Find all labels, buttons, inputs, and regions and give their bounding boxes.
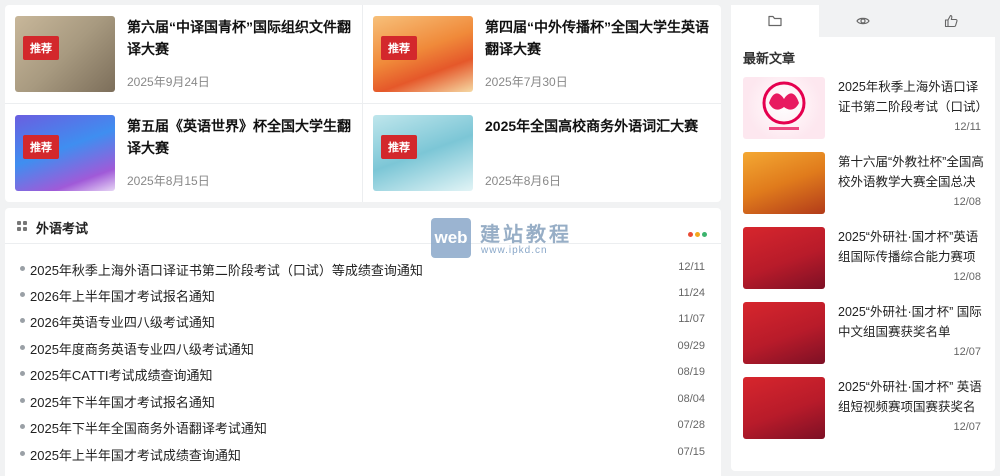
list-item-title[interactable]: 2025年度商务英语专业四八级考试通知 [30,339,254,358]
sidebar-article[interactable]: 第十六届“外教社杯”全国高校外语教学大赛全国总决赛 12/08 [743,152,987,214]
watermark-logo: web [431,218,471,258]
list-item-title[interactable]: 2025年秋季上海外语口译证书第二阶段考试（口试）等成绩查询通知 [30,260,423,279]
thumbs-up-icon [944,14,958,28]
featured-item[interactable]: 推荐 第五届《英语世界》杯全国大学生翻译大赛 2025年8月15日 [5,104,363,202]
list-item-date: 07/15 [677,446,705,458]
recommend-badge: 推荐 [23,36,59,60]
sidebar-panel: 最新文章 2025年秋季上海外语口译证书第二阶段考试（口试）等成绩查询通知 12… [731,5,995,471]
article-thumbnail[interactable] [743,377,825,439]
list-item[interactable]: 2025年CATTI考试成绩查询通知 08/19 [5,360,721,386]
article-date: 12/08 [953,196,981,208]
list-item[interactable]: 2026年上半年国才考试报名通知 11/24 [5,281,721,307]
tab-popular[interactable] [819,5,907,37]
recommend-badge: 推荐 [381,135,417,159]
article-date: 12/07 [953,346,981,358]
featured-item[interactable]: 推荐 2025年全国高校商务外语词汇大赛 2025年8月6日 [363,104,721,202]
exam-news-panel: 外语考试 2025年秋季上海外语口译证书第二阶段考试（口试）等成绩查询通知 12/… [5,208,721,476]
list-item-title[interactable]: 2025年CATTI考试成绩查询通知 [30,365,213,384]
article-title[interactable]: 第十六届“外教社杯”全国高校外语教学大赛全国总决赛 [838,152,984,192]
article-date: 12/07 [953,421,981,433]
folder-icon [768,15,782,27]
featured-title[interactable]: 第五届《英语世界》杯全国大学生翻译大赛 [127,115,353,159]
logo-icon [762,81,806,130]
bullet-icon [20,424,25,429]
list-item-date: 11/24 [678,287,705,299]
panel-header: 外语考试 [5,208,721,244]
featured-thumbnail[interactable]: 推荐 [373,115,473,191]
recommend-badge: 推荐 [381,36,417,60]
list-item[interactable]: 2025年下半年全国商务外语翻译考试通知 07/28 [5,413,721,439]
recommend-badge: 推荐 [23,135,59,159]
list-item-title[interactable]: 2026年英语专业四八级考试通知 [30,312,215,331]
list-item-title[interactable]: 2025年下半年全国商务外语翻译考试通知 [30,418,267,437]
list-item-title[interactable]: 2026年上半年国才考试报名通知 [30,286,215,305]
bullet-icon [20,398,25,403]
bullet-icon [20,345,25,350]
yellow-dot [695,232,700,237]
list-item[interactable]: 2025年秋季上海外语口译证书第二阶段考试（口试）等成绩查询通知 12/11 [5,255,721,281]
featured-thumbnail[interactable]: 推荐 [15,115,115,191]
article-thumbnail[interactable] [743,77,825,139]
watermark-text: 建站教程 [480,224,572,246]
article-title[interactable]: 2025“外研社·国才杯” 英语组短视频赛项国赛获奖名单 [838,377,984,417]
article-thumbnail[interactable] [743,227,825,289]
featured-grid: 推荐 第六届“中译国青杯”国际组织文件翻译大赛 2025年9月24日 推荐 第四… [5,5,721,202]
featured-title[interactable]: 第四届“中外传播杯”全国大学生英语翻译大赛 [485,16,711,60]
panel-title: 外语考试 [36,221,89,236]
list-item-title[interactable]: 2025年下半年国才考试报名通知 [30,392,215,411]
red-dot [688,232,693,237]
article-title[interactable]: 2025年秋季上海外语口译证书第二阶段考试（口试）等成绩查询通知 [838,77,984,117]
featured-date: 2025年7月30日 [485,75,568,89]
list-item[interactable]: 2025年下半年国才考试报名通知 08/04 [5,387,721,413]
grid-dots-icon [17,221,27,231]
article-title[interactable]: 2025“外研社·国才杯”英语组国际传播综合能力赛项国赛获奖名单 [838,227,984,267]
featured-thumbnail[interactable]: 推荐 [15,16,115,92]
bullet-icon [20,318,25,323]
sidebar-article[interactable]: 2025年秋季上海外语口译证书第二阶段考试（口试）等成绩查询通知 12/11 [743,77,987,139]
featured-date: 2025年9月24日 [127,75,210,89]
featured-thumbnail[interactable]: 推荐 [373,16,473,92]
green-dot [702,232,707,237]
list-item[interactable]: 2026年英语专业四八级考试通知 11/07 [5,307,721,333]
list-item-date: 09/29 [677,340,705,352]
watermark-url: www.ipkd.cn [481,245,548,256]
featured-title[interactable]: 第六届“中译国青杯”国际组织文件翻译大赛 [127,16,353,60]
list-item-date: 08/19 [677,366,705,378]
tab-liked[interactable] [907,5,995,37]
list-item-date: 08/04 [677,393,705,405]
sidebar-article[interactable]: 2025“外研社·国才杯” 国际中文组国赛获奖名单 12/07 [743,302,987,364]
article-date: 12/08 [953,271,981,283]
bullet-icon [20,451,25,456]
list-item[interactable]: 2025年上半年国才考试成绩查询通知 07/15 [5,440,721,466]
article-date: 12/11 [954,121,981,133]
eye-icon [856,17,870,25]
window-dots-icon [686,224,707,242]
featured-item[interactable]: 推荐 第六届“中译国青杯”国际组织文件翻译大赛 2025年9月24日 [5,5,363,103]
list-item-date: 07/28 [677,419,705,431]
tab-latest[interactable] [731,5,819,37]
article-thumbnail[interactable] [743,152,825,214]
featured-date: 2025年8月15日 [127,174,210,188]
bullet-icon [20,292,25,297]
sidebar-article[interactable]: 2025“外研社·国才杯” 英语组短视频赛项国赛获奖名单 12/07 [743,377,987,439]
list-item[interactable]: 2025年度商务英语专业四八级考试通知 09/29 [5,334,721,360]
list-item-date: 12/11 [678,261,705,273]
featured-title[interactable]: 2025年全国高校商务外语词汇大赛 [485,115,711,137]
sidebar-article[interactable]: 2025“外研社·国才杯”英语组国际传播综合能力赛项国赛获奖名单 12/08 [743,227,987,289]
article-title[interactable]: 2025“外研社·国才杯” 国际中文组国赛获奖名单 [838,302,984,342]
bullet-icon [20,266,25,271]
article-thumbnail[interactable] [743,302,825,364]
sidebar-tabs [731,5,995,37]
featured-item[interactable]: 推荐 第四届“中外传播杯”全国大学生英语翻译大赛 2025年7月30日 [363,5,721,103]
bullet-icon [20,371,25,376]
featured-date: 2025年8月6日 [485,174,562,188]
list-item-title[interactable]: 2025年上半年国才考试成绩查询通知 [30,445,241,464]
list-item-date: 11/07 [678,313,705,325]
site-watermark: web 建站教程 www.ipkd.cn [431,218,581,262]
sidebar-title: 最新文章 [743,51,796,66]
